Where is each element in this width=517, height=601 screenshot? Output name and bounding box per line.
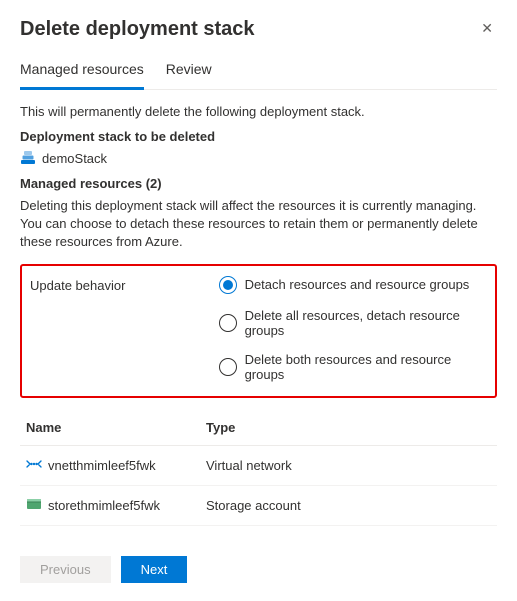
previous-button[interactable]: Previous [20, 556, 111, 583]
close-icon[interactable]: ✕ [477, 18, 497, 39]
footer-buttons: Previous Next [20, 556, 497, 583]
radio-delete-resources[interactable]: Delete all resources, detach resource gr… [219, 308, 487, 338]
managed-description: Deleting this deployment stack will affe… [20, 197, 497, 252]
radio-button-icon [219, 314, 237, 332]
table-row: vnetthmimleef5fwk Virtual network [20, 445, 497, 485]
radio-button-icon [219, 358, 237, 376]
virtual-network-icon [26, 456, 42, 475]
next-button[interactable]: Next [121, 556, 188, 583]
table-header-name: Name [20, 410, 200, 446]
managed-heading: Managed resources (2) [20, 176, 497, 191]
radio-label: Delete all resources, detach resource gr… [245, 308, 487, 338]
stack-heading: Deployment stack to be deleted [20, 129, 497, 144]
update-behavior-label: Update behavior [30, 276, 219, 293]
radio-detach[interactable]: Detach resources and resource groups [219, 276, 487, 294]
tab-managed-resources[interactable]: Managed resources [20, 61, 144, 90]
table-header-type: Type [200, 410, 497, 446]
page-title: Delete deployment stack [20, 18, 255, 41]
stack-item: demoStack [20, 150, 497, 166]
stack-name: demoStack [42, 151, 107, 166]
table-row: storethmimleef5fwk Storage account [20, 485, 497, 525]
resource-type: Virtual network [200, 445, 497, 485]
intro-text: This will permanently delete the followi… [20, 104, 497, 119]
tab-bar: Managed resources Review [20, 61, 497, 90]
radio-label: Delete both resources and resource group… [245, 352, 487, 382]
resources-table: Name Type vnetthmimleef5fwk [20, 410, 497, 526]
deployment-stack-icon [20, 150, 36, 166]
resource-name: storethmimleef5fwk [48, 498, 160, 513]
radio-label: Detach resources and resource groups [245, 277, 470, 292]
radio-delete-both[interactable]: Delete both resources and resource group… [219, 352, 487, 382]
resource-name: vnetthmimleef5fwk [48, 458, 156, 473]
update-behavior-radio-group: Detach resources and resource groups Del… [219, 276, 487, 382]
radio-button-icon [219, 276, 237, 294]
storage-account-icon [26, 496, 42, 515]
tab-review[interactable]: Review [166, 61, 212, 90]
update-behavior-box: Update behavior Detach resources and res… [20, 264, 497, 398]
resource-type: Storage account [200, 485, 497, 525]
